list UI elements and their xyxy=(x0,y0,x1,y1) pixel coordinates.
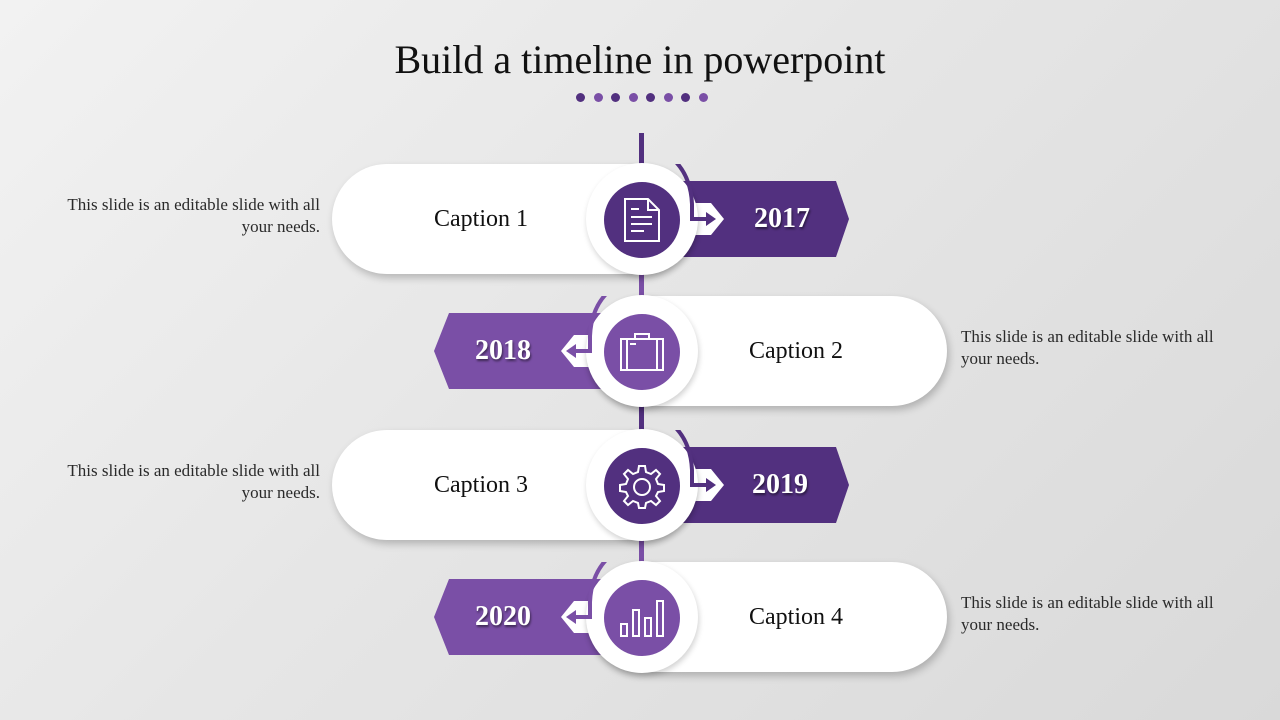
timeline-item-2: 2018 Caption 2 This slide is an editable… xyxy=(0,295,1280,408)
year-label: 2017 xyxy=(754,203,810,234)
year-label: 2018 xyxy=(475,335,531,366)
timeline-item-4: 2020 Caption 4 This slide is an editable… xyxy=(0,561,1280,674)
bar-chart-icon xyxy=(604,580,680,656)
title-dot xyxy=(663,93,673,102)
document-icon xyxy=(604,182,680,258)
caption-label: Caption 1 xyxy=(434,206,528,232)
gear-icon xyxy=(604,448,680,524)
title-dots xyxy=(576,93,708,102)
title-dot xyxy=(576,93,585,102)
description-text: This slide is an editable slide with all… xyxy=(67,461,320,502)
title-dot xyxy=(681,93,690,102)
timeline-item-1: 2017 Caption 1 This slide is an editable… xyxy=(0,163,1280,276)
title-dot xyxy=(628,93,638,102)
caption-label: Caption 2 xyxy=(749,338,843,364)
slide-title: Build a timeline in powerpoint xyxy=(394,37,886,82)
title-dot xyxy=(698,93,708,102)
year-label: 2020 xyxy=(475,601,531,632)
briefcase-icon xyxy=(604,314,680,390)
caption-label: Caption 4 xyxy=(749,604,843,630)
description-text: This slide is an editable slide with all… xyxy=(961,593,1214,634)
timeline-item-3: 2019 Caption 3 This slide is an editable… xyxy=(0,429,1280,542)
description-text: This slide is an editable slide with all… xyxy=(961,327,1214,368)
description-text: This slide is an editable slide with all… xyxy=(67,195,320,236)
caption-label: Caption 3 xyxy=(434,472,528,498)
title-dot xyxy=(593,93,603,102)
title-dot xyxy=(646,93,655,102)
title-dot xyxy=(611,93,620,102)
year-label: 2019 xyxy=(752,469,808,500)
